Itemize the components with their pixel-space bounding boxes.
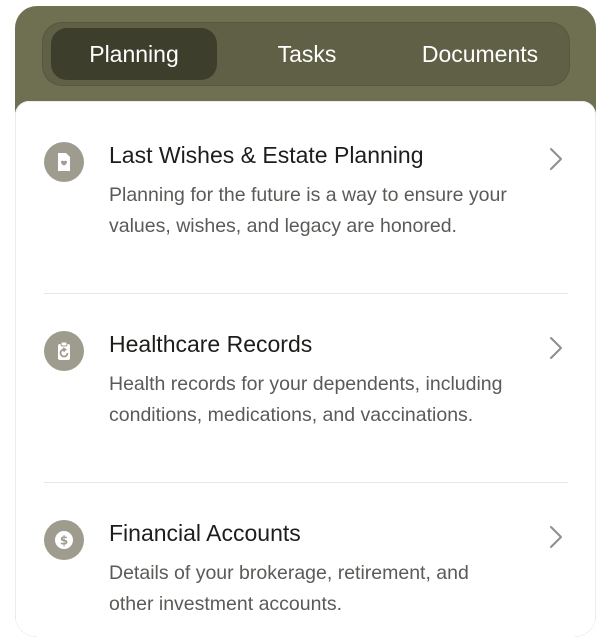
item-title: Financial Accounts (109, 520, 301, 546)
planning-list: Last Wishes & Estate Planning Planning f… (15, 101, 596, 637)
item-title: Healthcare Records (109, 331, 313, 357)
divider (44, 482, 568, 483)
clipboard-refresh-icon (44, 331, 84, 371)
tab-tasks[interactable]: Tasks (232, 28, 382, 80)
divider (44, 293, 568, 294)
planning-panel: Planning Tasks Documents Last Wishes & E… (15, 6, 596, 637)
tab-bar: Planning Tasks Documents (42, 22, 570, 86)
chevron-right-icon (550, 337, 562, 359)
tab-documents[interactable]: Documents (394, 28, 566, 80)
chevron-right-icon (550, 148, 562, 170)
item-description: Planning for the future is a way to ensu… (109, 184, 507, 237)
item-description: Details of your brokerage, retirement, a… (109, 562, 469, 615)
item-title: Last Wishes & Estate Planning (109, 142, 424, 168)
document-heart-icon (44, 142, 84, 182)
svg-text:$: $ (60, 534, 68, 548)
dollar-coin-icon: $ (44, 520, 84, 560)
chevron-right-icon (550, 526, 562, 548)
item-description: Health records for your dependents, incl… (109, 373, 503, 426)
tab-planning[interactable]: Planning (51, 28, 217, 80)
